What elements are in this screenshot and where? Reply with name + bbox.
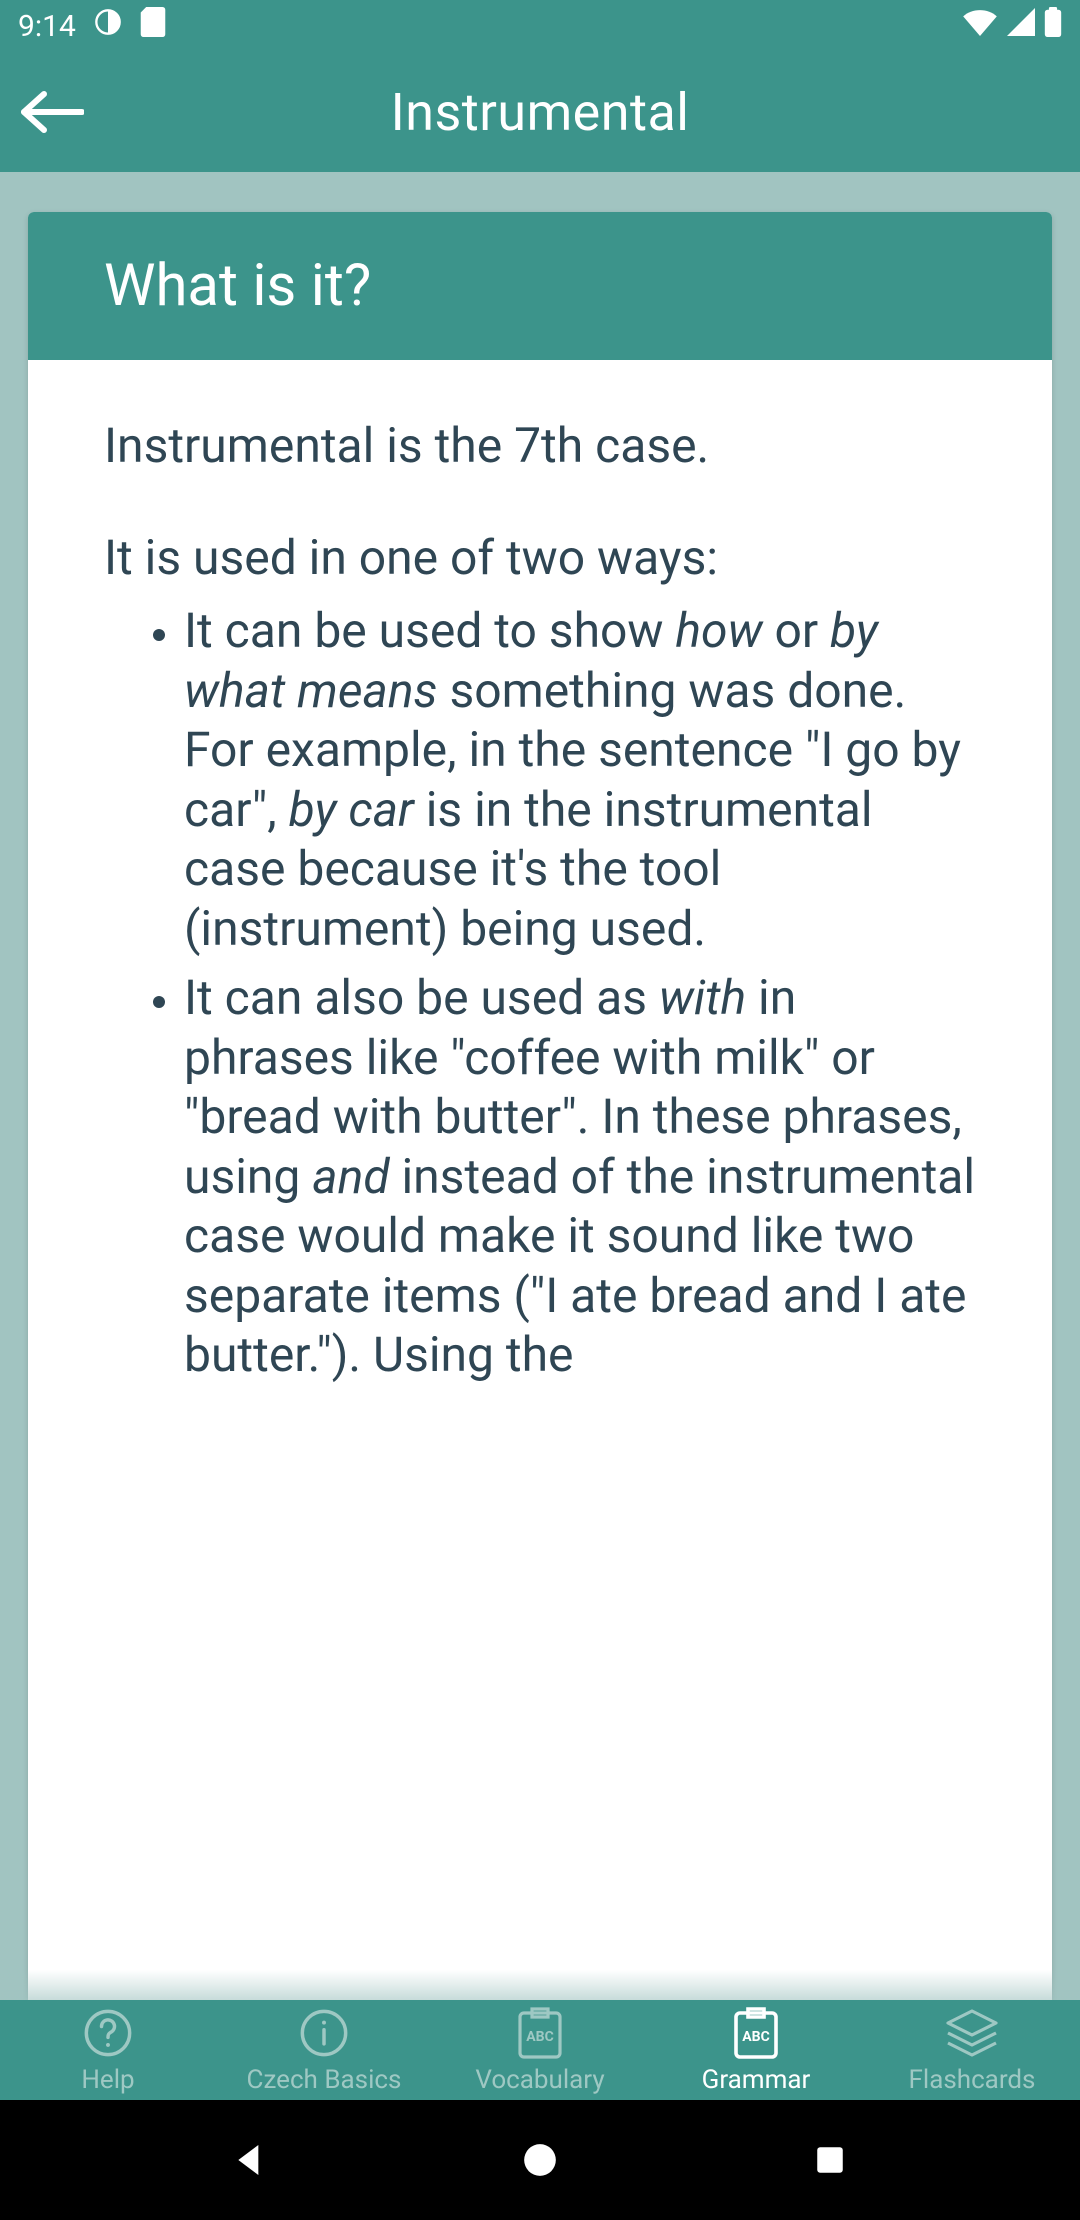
card-heading: What is it? <box>28 212 1052 360</box>
nav-label: Czech Basics <box>247 2065 402 2095</box>
nav-vocabulary[interactable]: ABC Vocabulary <box>432 2000 648 2100</box>
wifi-icon <box>962 8 998 44</box>
status-right <box>962 7 1062 45</box>
nav-label: Grammar <box>702 2065 811 2095</box>
abc-book-icon: ABC <box>728 2005 784 2061</box>
status-time: 9:14 <box>18 9 76 44</box>
nav-help[interactable]: Help <box>0 2000 216 2100</box>
nav-label: Help <box>81 2065 134 2095</box>
paragraph-1: Instrumental is the 7th case. <box>104 416 976 476</box>
contrast-icon <box>94 8 122 44</box>
sys-home-button[interactable] <box>500 2120 580 2200</box>
card-body: Instrumental is the 7th case. It is used… <box>28 360 1052 2000</box>
bottom-nav: Help Czech Basics ABC Vocabulary AB <box>0 2000 1080 2100</box>
sys-back-button[interactable] <box>210 2120 290 2200</box>
stack-icon <box>944 2005 1000 2061</box>
status-left: 9:14 <box>18 7 166 45</box>
nav-flashcards[interactable]: Flashcards <box>864 2000 1080 2100</box>
help-circle-icon <box>80 2005 136 2061</box>
info-card: What is it? Instrumental is the 7th case… <box>28 212 1052 2000</box>
battery-icon <box>1044 7 1062 45</box>
page-title: Instrumental <box>92 82 988 143</box>
svg-text:ABC: ABC <box>526 2029 554 2045</box>
nav-czech-basics[interactable]: Czech Basics <box>216 2000 432 2100</box>
abc-book-icon: ABC <box>512 2005 568 2061</box>
status-bar: 9:14 <box>0 0 1080 52</box>
app-bar: Instrumental <box>0 52 1080 172</box>
nav-grammar[interactable]: ABC Grammar <box>648 2000 864 2100</box>
svg-text:ABC: ABC <box>742 2029 770 2045</box>
cell-signal-icon <box>1006 8 1036 44</box>
list-item: It can be used to show how or by what me… <box>184 601 976 958</box>
paragraph-2: It is used in one of two ways: <box>104 528 976 588</box>
list-item: It can also be used as with in phrases l… <box>184 968 976 1385</box>
main-content: What is it? Instrumental is the 7th case… <box>0 172 1080 2000</box>
sys-recent-button[interactable] <box>790 2120 870 2200</box>
sd-card-icon <box>140 7 166 45</box>
system-nav <box>0 2100 1080 2220</box>
nav-label: Flashcards <box>909 2065 1036 2095</box>
usage-list: It can be used to show how or by what me… <box>104 601 976 1385</box>
nav-label: Vocabulary <box>475 2065 604 2095</box>
info-circle-icon <box>296 2005 352 2061</box>
back-button[interactable] <box>12 72 92 152</box>
